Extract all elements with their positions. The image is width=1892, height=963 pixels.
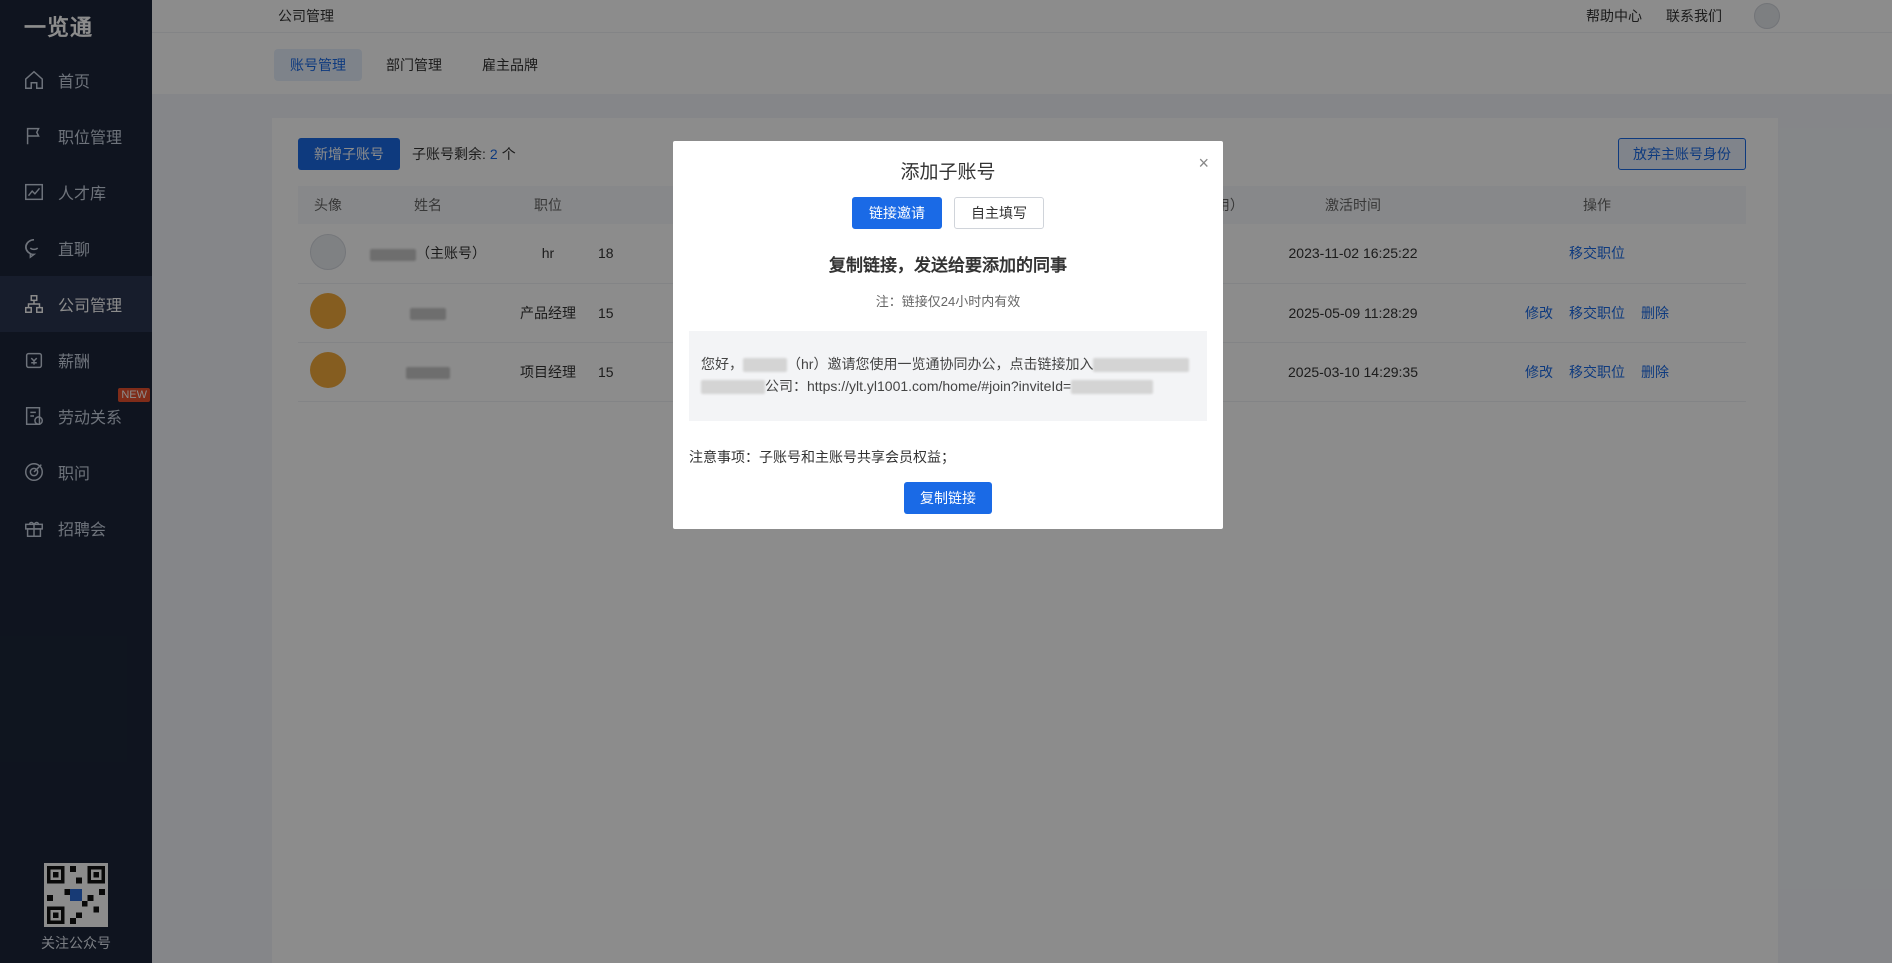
validity-note: 注：链接仅24小时内有效 <box>875 294 1021 309</box>
redacted-inviter <box>743 358 787 373</box>
tab-manual-fill[interactable]: 自主填写 <box>954 197 1044 229</box>
copy-link-button[interactable]: 复制链接 <box>904 482 992 514</box>
redacted-company <box>1093 358 1190 373</box>
mode-tabs: 链接邀请 自主填写 <box>673 197 1223 229</box>
close-icon[interactable]: × <box>1198 153 1209 174</box>
modal-subtitle: 复制链接，发送给要添加的同事 <box>829 256 1067 275</box>
modal-title: 添加子账号 <box>900 162 996 183</box>
invite-message-box[interactable]: 您好， （hr）邀请您使用一览通协同办公，点击链接加入 公司：https://yl… <box>689 331 1207 421</box>
notice-text: 注意事项：子账号和主账号共享会员权益； <box>689 449 955 465</box>
add-subaccount-modal: 添加子账号 × 链接邀请 自主填写 复制链接，发送给要添加的同事 注：链接仅24… <box>673 141 1223 529</box>
tab-link-invite[interactable]: 链接邀请 <box>852 197 942 229</box>
invite-url: 公司：https://ylt.yl1001.com/home/#join?inv… <box>765 378 1072 394</box>
invite-greeting: 您好， <box>701 356 743 372</box>
redacted-company-tail <box>701 380 765 395</box>
redacted-invite-id <box>1071 380 1154 395</box>
invite-body: （hr）邀请您使用一览通协同办公，点击链接加入 <box>787 356 1094 372</box>
